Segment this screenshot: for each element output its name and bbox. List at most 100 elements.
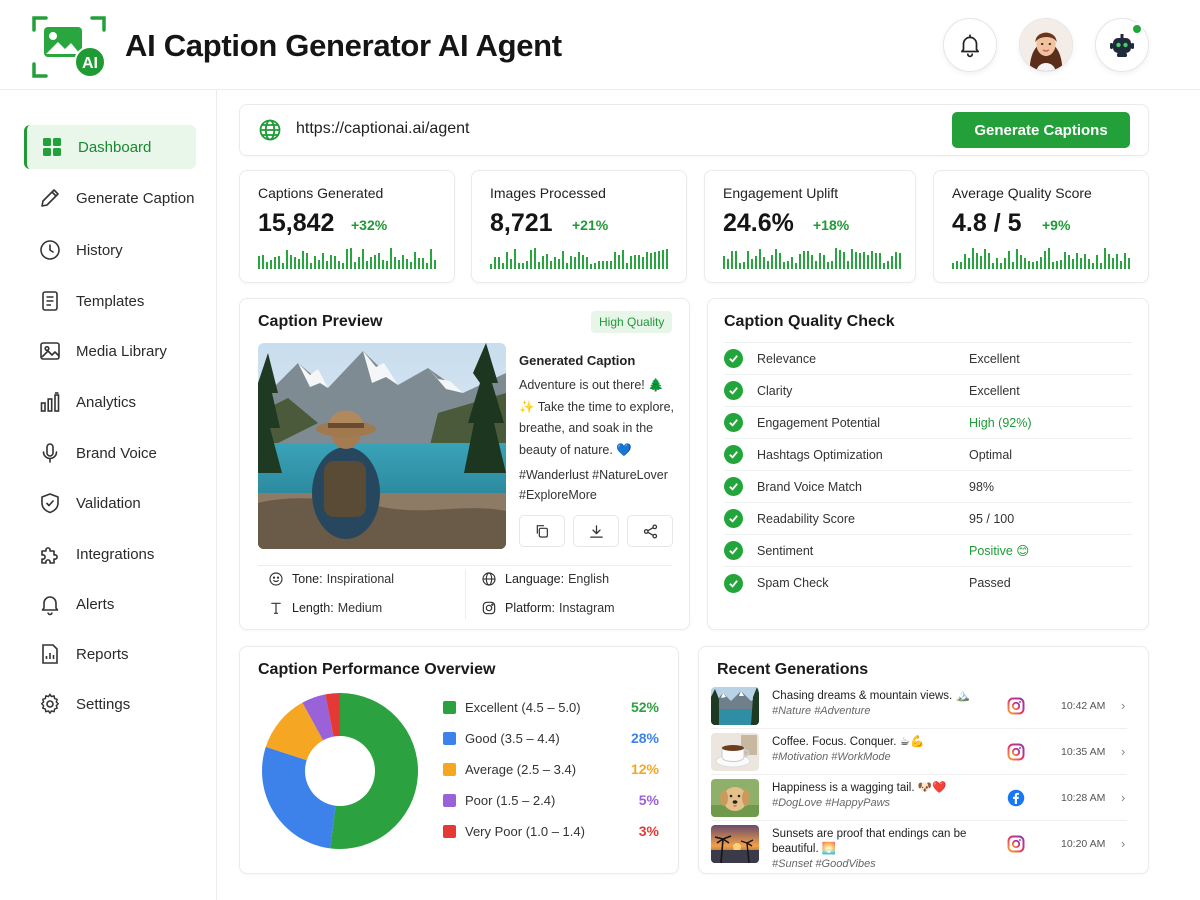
- user-avatar-button[interactable]: [1019, 18, 1073, 72]
- length-meta: Length: Medium: [268, 600, 382, 616]
- sparkline-bar: [1104, 248, 1106, 269]
- sparkline-bar: [542, 256, 544, 269]
- sparkline-bar: [1016, 249, 1018, 269]
- stat-value: 8,721: [490, 209, 553, 237]
- generate-captions-button[interactable]: Generate Captions: [952, 112, 1130, 148]
- sidebar-item-reports[interactable]: Reports: [24, 632, 196, 676]
- sidebar-item-media-library[interactable]: Media Library: [24, 329, 196, 373]
- card-title: Caption Preview: [258, 313, 383, 330]
- chevron-right-icon[interactable]: ›: [1121, 790, 1125, 805]
- sidebar-item-settings[interactable]: Settings: [24, 682, 196, 726]
- sidebar-item-validation[interactable]: Validation: [24, 481, 196, 525]
- sparkline: [723, 247, 901, 269]
- sparkline-bar: [362, 249, 364, 269]
- stat-delta: +32%: [351, 217, 388, 233]
- legend-row-poor: Poor (1.5 – 2.4) 5%: [443, 790, 659, 810]
- generated-caption-title: Generated Caption: [519, 353, 636, 368]
- sidebar-item-analytics[interactable]: Analytics: [24, 380, 196, 424]
- recent-generation-row[interactable]: Happiness is a wagging tail. 🐶❤️ #DogLov…: [711, 777, 1127, 821]
- sparkline-bar: [996, 258, 998, 269]
- share-button[interactable]: [627, 515, 673, 547]
- notifications-button[interactable]: [943, 18, 997, 72]
- preview-image[interactable]: [258, 343, 506, 549]
- sparkline-bar: [1108, 254, 1110, 269]
- check-icon: [724, 509, 743, 528]
- sparkline-bar: [968, 258, 970, 269]
- share-icon: [643, 523, 657, 539]
- thumbnail-coffee: [711, 733, 759, 771]
- chevron-right-icon[interactable]: ›: [1121, 744, 1125, 759]
- sparkline-bar: [1044, 251, 1046, 269]
- sidebar-item-brand-voice[interactable]: Brand Voice: [24, 431, 196, 475]
- sparkline-bar: [1060, 260, 1062, 269]
- sparkline-bar: [582, 255, 584, 269]
- sparkline-bar: [855, 252, 857, 269]
- sidebar-item-alerts[interactable]: Alerts: [24, 582, 196, 626]
- stat-delta: +21%: [572, 217, 609, 233]
- sparkline-bar: [887, 261, 889, 269]
- stat-card-engagement-uplift: Engagement Uplift 24.6% +18%: [704, 170, 916, 283]
- sparkline-bar: [414, 252, 416, 269]
- sparkline-bar: [642, 257, 644, 269]
- sparkline-bar: [1012, 262, 1014, 269]
- sidebar-item-label: Alerts: [76, 595, 115, 613]
- stat-card-captions-generated: Captions Generated 15,842 +32%: [239, 170, 455, 283]
- chevron-right-icon[interactable]: ›: [1121, 698, 1125, 713]
- recent-caption-text: Happiness is a wagging tail. 🐶❤️: [772, 782, 947, 794]
- sparkline-bar: [811, 255, 813, 269]
- legend-label: Average (2.5 – 3.4): [465, 761, 577, 777]
- sidebar-item-integrations[interactable]: Integrations: [24, 532, 196, 576]
- sparkline-bar: [354, 262, 356, 269]
- agent-status-button[interactable]: [1095, 18, 1149, 72]
- sparkline-bar: [984, 249, 986, 269]
- legend-percent: 12%: [630, 761, 659, 777]
- sidebar-item-history[interactable]: History: [24, 228, 196, 272]
- sparkline-bar: [1076, 253, 1078, 269]
- sparkline-bar: [578, 252, 580, 269]
- legend-label: Excellent (4.5 – 5.0): [465, 699, 581, 715]
- sparkline-bar: [899, 253, 901, 269]
- recent-generation-row[interactable]: Coffee. Focus. Conquer. ☕💪 #Motivation #…: [711, 731, 1127, 775]
- language-value: English: [568, 572, 610, 586]
- sidebar-item-label: Generate Caption: [76, 189, 195, 207]
- legend-swatch: [443, 824, 456, 838]
- sidebar-item-templates[interactable]: Templates: [24, 279, 196, 323]
- sparkline-bar: [618, 255, 620, 269]
- sparkline-bar: [266, 262, 268, 269]
- download-button[interactable]: [573, 515, 619, 547]
- quality-row: Clarity Excellent: [724, 375, 1132, 407]
- recent-time: 10:20 AM: [1061, 838, 1106, 850]
- sidebar-item-label: Media Library: [76, 342, 167, 360]
- sidebar-item-generate-caption[interactable]: Generate Caption: [24, 176, 196, 220]
- recent-caption: Happiness is a wagging tail. 🐶❤️ #DogLov…: [772, 781, 972, 811]
- sparkline-bar: [891, 256, 893, 269]
- stat-value: 24.6%: [723, 209, 794, 237]
- legend-swatch: [443, 731, 456, 745]
- copy-button[interactable]: [519, 515, 565, 547]
- chevron-right-icon[interactable]: ›: [1121, 836, 1125, 851]
- sparkline-bar: [558, 259, 560, 269]
- tone-meta: Tone: Inspirational: [268, 571, 394, 587]
- recent-generation-row[interactable]: Sunsets are proof that endings can be be…: [711, 823, 1127, 870]
- quality-value: 95 / 100: [969, 511, 1015, 526]
- sparkline-bar: [306, 253, 308, 269]
- sparkline-bar: [867, 255, 869, 269]
- recent-generation-row[interactable]: Chasing dreams & mountain views. 🏔️ #Nat…: [711, 685, 1127, 729]
- agent-url[interactable]: https://captionai.ai/agent: [296, 120, 469, 138]
- sparkline-bar: [775, 249, 777, 269]
- gear-icon: [40, 693, 59, 714]
- quality-label: Readability Score: [757, 511, 855, 526]
- check-icon: [724, 349, 743, 368]
- sparkline-bar: [322, 253, 324, 269]
- sparkline-bar: [988, 253, 990, 269]
- legend-percent: 52%: [630, 699, 659, 715]
- stat-value: 4.8 / 5: [952, 209, 1022, 237]
- quality-value: Excellent: [969, 383, 1020, 398]
- sparkline-bar: [566, 263, 568, 269]
- sparkline-bar: [334, 256, 336, 269]
- sparkline-bar: [394, 257, 396, 269]
- sidebar-item-dashboard[interactable]: Dashboard: [24, 125, 196, 169]
- quality-row: Relevance Excellent: [724, 343, 1132, 375]
- quality-value: 98%: [969, 479, 995, 494]
- sparkline-bar: [350, 248, 352, 269]
